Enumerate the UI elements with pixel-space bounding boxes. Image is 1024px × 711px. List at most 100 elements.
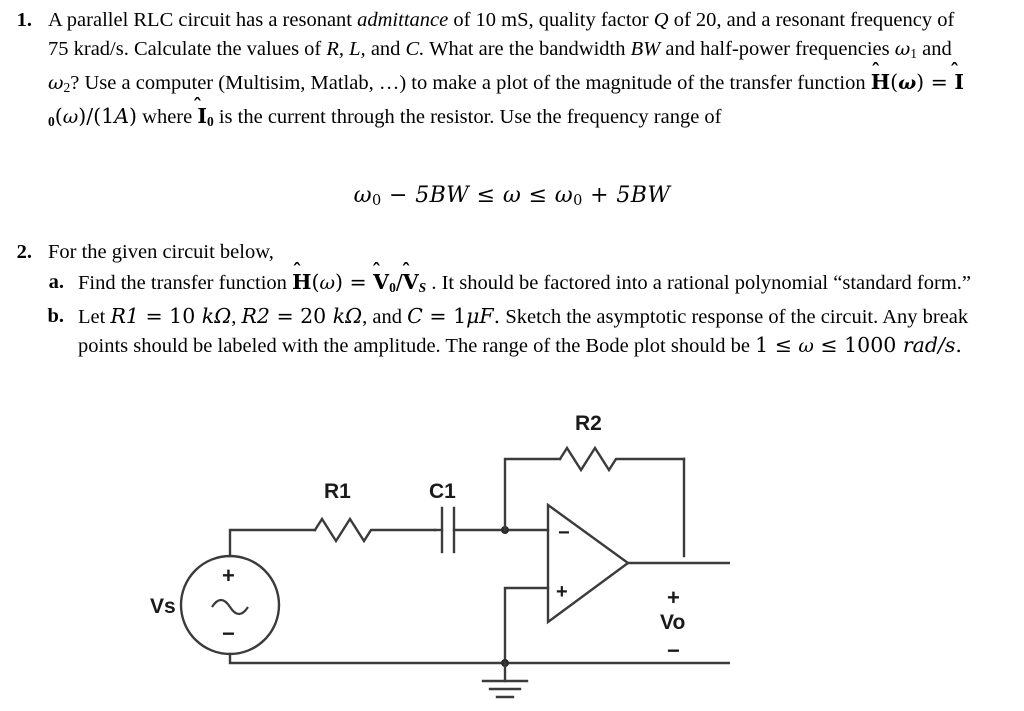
eq-omega-mid: ω <box>502 183 522 208</box>
q1-omega-3: ω <box>62 106 79 129</box>
q1-I-sub: 0 <box>48 114 55 130</box>
q1-symbol-BW: BW <box>630 37 661 60</box>
q1-phasor-I0-b: ̂I <box>197 102 207 131</box>
q1-line4-eq: ) = <box>916 69 955 94</box>
q2b-R1: R1 <box>110 303 139 328</box>
q1-line4-text-a: Matlab, …) to make a plot of the magnitu… <box>310 71 871 94</box>
q1-symbol-R: R, <box>326 37 345 60</box>
question-1-number: 1. <box>16 9 32 31</box>
q1-line2-text-c: What are the <box>424 37 534 60</box>
eq-le-2: ≤ <box>521 183 555 208</box>
q2a-V0-letter: V <box>373 269 390 294</box>
question-2a: a. Find the transfer function ̂H(ω) = ̂V… <box>6 268 996 302</box>
q2a-slash: / <box>395 269 403 294</box>
source-plus-sign: + <box>222 563 235 588</box>
eq-5BW-right: 5BW <box>616 183 671 208</box>
question-1-body: A parallel RLC circuit has a resonant ad… <box>32 6 966 137</box>
q1-I-letter-b: I <box>197 104 207 129</box>
q2b-unit-rad-s: rad/s <box>902 333 956 358</box>
wire-noninverting-to-ground <box>503 586 550 665</box>
opamp-inverting-sign: − <box>558 522 570 544</box>
q2b-le2: ≤ <box>813 333 845 358</box>
eq-5BW-left: 5BW <box>415 183 470 208</box>
vo-plus-sign: + <box>667 585 680 610</box>
q2b-comma2: , and <box>362 305 408 328</box>
eq-omega-0-right-sub: 0 <box>573 193 583 210</box>
ground-symbol-icon <box>481 661 529 699</box>
q2b-comma1: , <box>231 305 242 328</box>
question-2a-body: Find the transfer function ̂H(ω) = ̂V0/̂… <box>64 268 971 302</box>
q2b-unit3: μF <box>466 303 494 328</box>
q1-symbol-Q: Q <box>653 9 669 31</box>
q2a-omega: ω <box>319 271 335 294</box>
q1-line3-text-b: and half-power frequencies <box>660 37 895 60</box>
q1-line4-close: ) <box>129 104 138 129</box>
q1-H-letter: H <box>870 69 891 94</box>
q2b-omega: ω <box>798 335 814 358</box>
question-2: 2. For the given circuit below, a. Find … <box>6 238 996 361</box>
question-2a-letter: a. <box>48 270 64 293</box>
voltage-source-vs: + − <box>179 554 281 656</box>
label-c1: C1 <box>429 480 456 503</box>
question-2b: b. Let R1 = 10 kΩ, R2 = 20 kΩ, and C = 1… <box>6 302 996 361</box>
q2b-eq1: = <box>138 303 170 328</box>
q1-line4-tail: )/(1 <box>78 104 115 129</box>
q2b-thousand: 1000 <box>844 333 903 358</box>
eq-minus: − <box>381 183 416 208</box>
q1-symbol-L: L, <box>349 37 366 60</box>
q1-line4-paren-open: ( <box>890 69 899 94</box>
op-amp: − + <box>546 502 631 625</box>
node-inverting-input <box>501 526 550 534</box>
q1-line5-text-a: where <box>142 106 198 129</box>
display-equation-frequency-range: ω0 − 5BW ≤ ω ≤ ω0 + 5BW <box>0 183 1024 209</box>
opamp-noninverting-sign: + <box>556 581 568 603</box>
question-2-subitems: a. Find the transfer function ̂H(ω) = ̂V… <box>6 268 996 361</box>
q2a-phasor-V0: ̂V <box>373 268 389 297</box>
q2b-unit2: kΩ <box>332 303 363 328</box>
q1-phasor-H: ̂H <box>871 68 890 97</box>
q2a-text-d: . It should be factored into a rational <box>426 271 730 294</box>
question-2-number: 2. <box>16 241 32 263</box>
q1-line4-paren2: ( <box>54 104 63 129</box>
q2b-text-a: Let <box>78 305 111 328</box>
label-vs: Vs <box>150 595 176 618</box>
q2a-phasor-H: ̂H <box>292 268 311 297</box>
q2b-C: C <box>407 303 423 328</box>
circuit-diagram: − + + − Vs R1 C1 R2 + Vo − <box>150 415 730 711</box>
q1-line3-text-c: and <box>917 37 952 60</box>
q2b-unit1: kΩ <box>201 303 232 328</box>
label-r2: R2 <box>575 415 602 435</box>
q2b-le1: ≤ <box>768 333 799 358</box>
q1-line2-text-b: and <box>365 37 406 60</box>
label-r1: R1 <box>324 480 351 503</box>
q1-symbol-C: C. <box>405 37 425 60</box>
q1-line3-text-d: ? Use a computer (Multisim, <box>70 71 306 94</box>
q1-omega-bold: ω <box>898 71 917 94</box>
q2b-eq2: = <box>269 303 301 328</box>
q1-line1-text-b: of 10 mS, quality factor <box>448 9 654 31</box>
q1-omega-1: ω <box>894 37 911 60</box>
q2b-eq3: = <box>422 303 454 328</box>
q1-phasor-I0: ̂I <box>954 68 964 97</box>
q1-line5-text-b: is the current through the resistor. Use… <box>213 106 722 129</box>
q2b-text-b: Sketch the asymptotic response of the <box>500 305 816 328</box>
question-2-stem: For the given circuit below, <box>48 241 274 263</box>
q2a-phasor-VS: ̂V <box>403 268 419 297</box>
q1-line3-text-a: bandwidth <box>538 37 631 60</box>
label-vo: Vo <box>660 611 685 634</box>
q2b-one: 1 <box>755 333 769 358</box>
q1-line1-text-a: A parallel RLC circuit has a resonant <box>48 9 358 31</box>
q2b-val2: 20 <box>300 303 333 328</box>
q1-omega-2: ω <box>48 71 64 94</box>
q1-admittance-italic: admittance <box>357 9 449 31</box>
q1-I-letter: I <box>954 69 964 94</box>
eq-plus: + <box>582 183 617 208</box>
source-minus-sign: − <box>222 621 235 646</box>
q2a-text-a: Find the transfer function <box>78 271 293 294</box>
resistor-r1 <box>313 516 437 544</box>
question-2-stem-row: 2. For the given circuit below, <box>6 238 996 267</box>
question-1: 1. A parallel RLC circuit has a resonant… <box>6 6 966 137</box>
eq-omega-0-right: ω <box>554 183 574 208</box>
q2a-VS-letter: V <box>402 269 419 294</box>
q2b-line3-a: Bode plot should be <box>585 335 756 358</box>
